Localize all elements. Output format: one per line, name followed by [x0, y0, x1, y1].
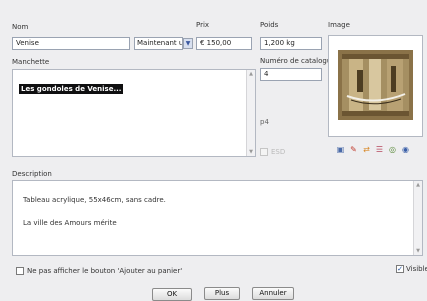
- hide-cart-label: Ne pas afficher le bouton 'Ajouter au pa…: [27, 267, 183, 275]
- visible-checkbox[interactable]: ✓: [396, 265, 404, 273]
- manchette-selected-text: Les gondoles de Venise...: [19, 84, 124, 94]
- description-line-1: Tableau acrylique, 55x46cm, sans cadre.: [23, 196, 166, 204]
- ok-button[interactable]: OK: [152, 288, 192, 301]
- plus-button[interactable]: Plus: [204, 287, 240, 300]
- visible-label: Visible: [406, 265, 427, 273]
- poids-input[interactable]: 1,200 kg: [260, 37, 322, 50]
- description-editor[interactable]: Tableau acrylique, 55x46cm, sans cadre. …: [12, 180, 423, 256]
- manchette-scrollbar[interactable]: ▲ ▼: [246, 70, 255, 156]
- image-edit-icon[interactable]: ▣: [336, 145, 345, 154]
- image-label: Image: [328, 21, 350, 29]
- pencil-icon[interactable]: ✎: [349, 145, 358, 154]
- esd-checkbox[interactable]: [260, 148, 268, 156]
- scroll-down-icon[interactable]: ▼: [247, 148, 255, 156]
- swap-icon[interactable]: ⇄: [362, 145, 371, 154]
- availability-select[interactable]: Maintenant un ▼: [134, 37, 194, 50]
- availability-value: Maintenant un: [134, 37, 183, 50]
- hide-cart-checkbox[interactable]: [16, 267, 24, 275]
- description-label: Description: [12, 170, 52, 178]
- manchette-editor[interactable]: Les gondoles de Venise... ▲ ▼: [12, 69, 256, 157]
- prix-label: Prix: [196, 21, 210, 29]
- scroll-down-icon[interactable]: ▼: [414, 247, 422, 255]
- image-preview[interactable]: [328, 35, 423, 137]
- catalogue-input[interactable]: 4: [260, 68, 322, 81]
- nom-label: Nom: [12, 23, 29, 31]
- catalogue-label: Numéro de catalogue: [260, 57, 336, 65]
- stack-icon[interactable]: ☰: [375, 145, 384, 154]
- prix-input[interactable]: € 150,00: [196, 37, 252, 50]
- painting-thumbnail: [329, 36, 422, 136]
- product-editor-window: Nom Prix Poids Image Venise Maintenant u…: [0, 0, 427, 301]
- scroll-up-icon[interactable]: ▲: [247, 70, 255, 78]
- page-ref: p4: [260, 118, 269, 126]
- target-icon[interactable]: ◎: [388, 145, 397, 154]
- poids-label: Poids: [260, 21, 279, 29]
- chevron-down-icon[interactable]: ▼: [183, 38, 193, 49]
- manchette-label: Manchette: [12, 58, 50, 66]
- scroll-up-icon[interactable]: ▲: [414, 181, 422, 189]
- description-line-2: La ville des Amours mérite: [23, 219, 117, 227]
- description-scrollbar[interactable]: ▲ ▼: [413, 181, 422, 255]
- nom-input[interactable]: Venise: [12, 37, 130, 50]
- annuler-button[interactable]: Annuler: [252, 287, 294, 300]
- globe-icon[interactable]: ◉: [401, 145, 410, 154]
- esd-label: ESD: [271, 148, 286, 156]
